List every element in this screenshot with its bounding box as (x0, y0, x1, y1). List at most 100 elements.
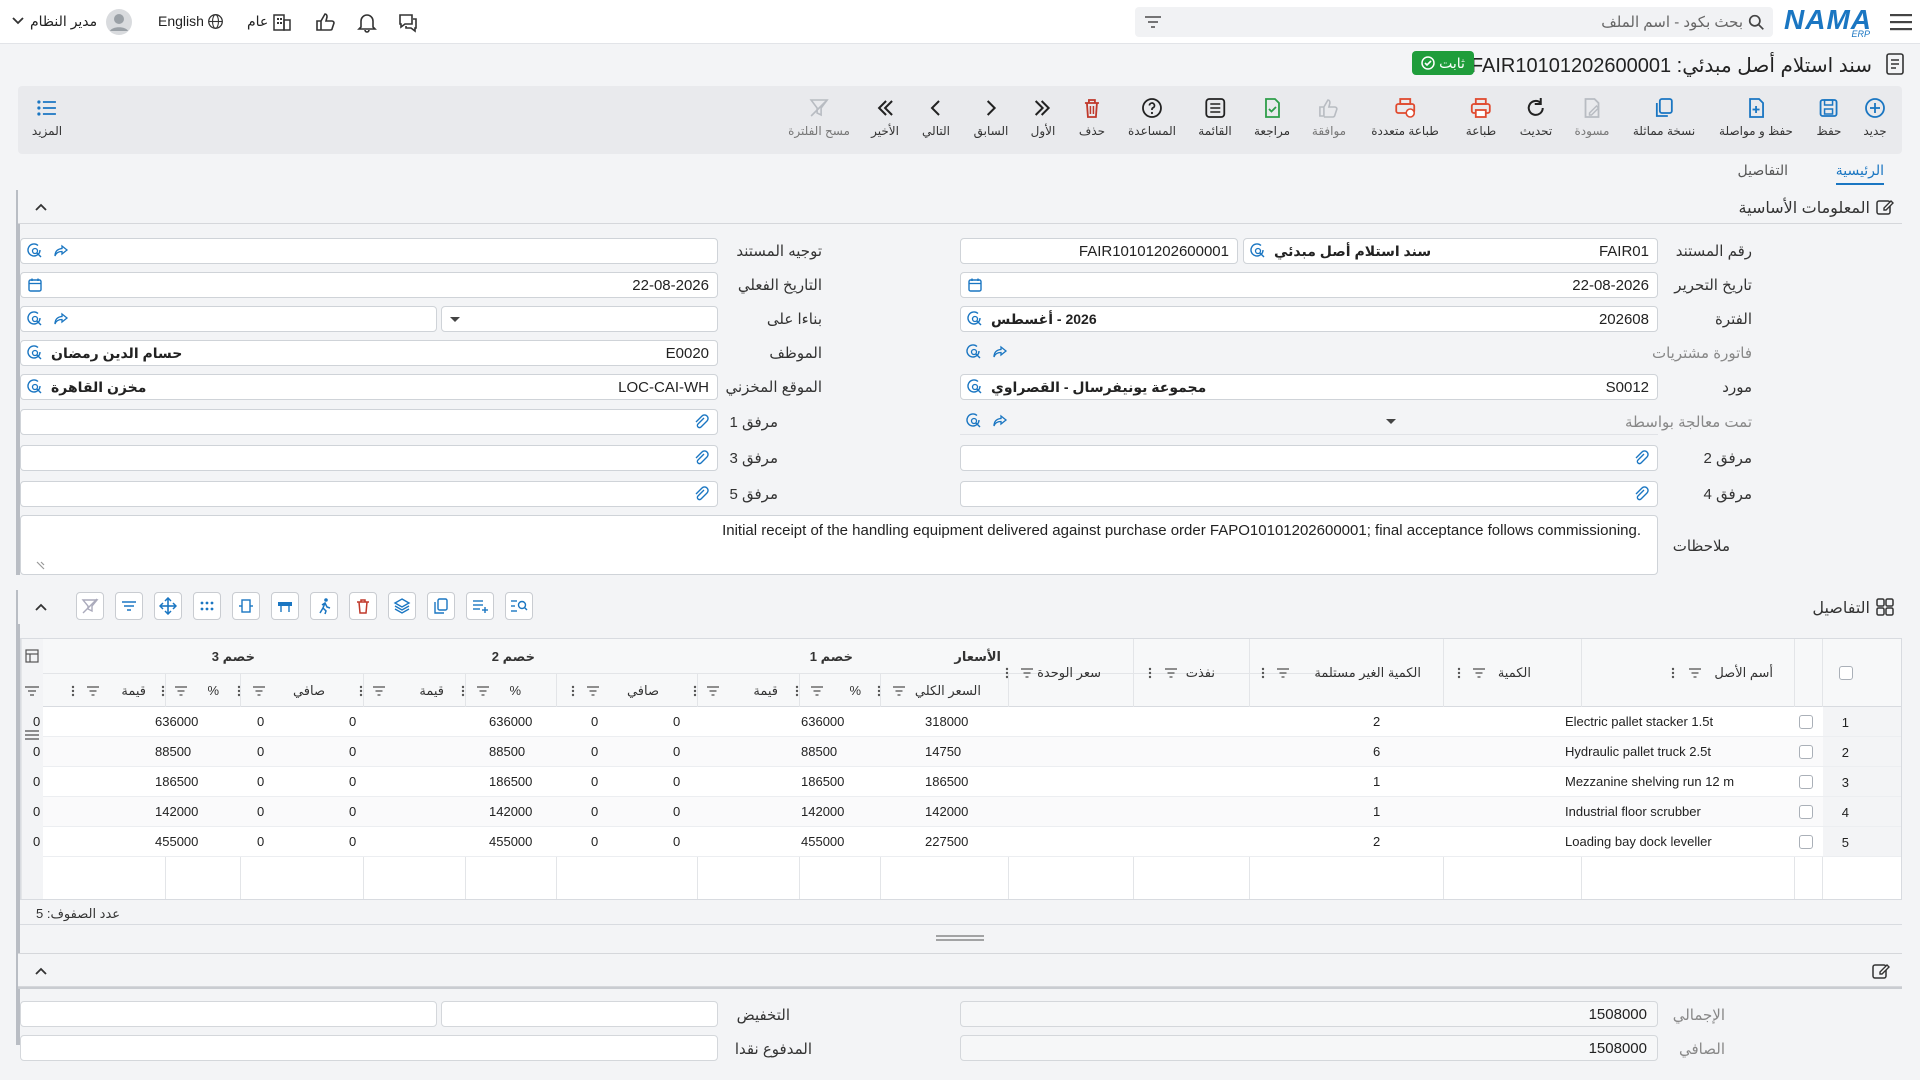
draft-button[interactable]: مسودة (1575, 96, 1609, 138)
open-link-icon[interactable] (53, 243, 69, 259)
doc-direction-field[interactable] (20, 238, 718, 264)
attachment2-field[interactable] (960, 445, 1658, 471)
column-filter-icon[interactable] (1277, 667, 1289, 679)
more-button[interactable]: المزيد (32, 96, 62, 138)
grid-group-button[interactable] (271, 592, 299, 620)
duplicate-button[interactable]: نسخة مماثلة (1633, 96, 1695, 138)
col-d2-pct[interactable]: % (509, 683, 521, 698)
actual-date-field[interactable]: 22-08-2026 (20, 272, 718, 298)
col-d3-value[interactable]: قيمة (121, 683, 146, 699)
col-quantity[interactable]: الكمية (1498, 665, 1531, 681)
cell-d3-value[interactable]: 0 (0, 744, 157, 759)
attachment3-field[interactable] (20, 445, 718, 471)
edit-date-field[interactable]: 22-08-2026 (960, 272, 1658, 298)
thumbs-up-icon[interactable] (314, 11, 336, 33)
grid-fit-button[interactable] (232, 592, 260, 620)
column-filter-icon[interactable] (1473, 667, 1485, 679)
cell-d3-value[interactable]: 0 (0, 834, 157, 849)
cell-quantity[interactable]: 2 (1373, 834, 1573, 849)
discount-percent-field[interactable] (20, 1001, 437, 1027)
attachment1-field[interactable] (20, 409, 718, 435)
row-checkbox[interactable] (1799, 745, 1813, 759)
approve-button[interactable]: موافقة (1312, 96, 1346, 138)
save-continue-button[interactable]: حفظ و مواصلة (1719, 96, 1793, 138)
cell-asset-name[interactable]: Mezzanine shelving run 12 m (1565, 774, 1765, 789)
column-filter-icon[interactable] (1165, 667, 1177, 679)
column-menu-icon[interactable] (157, 685, 169, 697)
column-filter-icon[interactable] (587, 685, 599, 697)
paperclip-icon[interactable] (693, 414, 709, 430)
cell-quantity[interactable]: 6 (1373, 744, 1573, 759)
language-switch[interactable]: English (158, 13, 204, 29)
row-checkbox[interactable] (1799, 805, 1813, 819)
col-unreceived-qty[interactable]: الكمية الغير مستلمة (1314, 665, 1421, 681)
chevron-down-icon[interactable] (1385, 417, 1397, 427)
calendar-icon[interactable] (967, 277, 983, 293)
cell-d3-value[interactable]: 0 (0, 714, 157, 729)
paperclip-icon[interactable] (693, 486, 709, 502)
cell-asset-name[interactable]: Loading bay dock leveller (1565, 834, 1765, 849)
row-checkbox[interactable] (1799, 775, 1813, 789)
filter-icon[interactable] (25, 685, 39, 697)
open-link-icon[interactable] (53, 311, 69, 327)
column-menu-icon[interactable] (791, 685, 803, 697)
delete-button[interactable]: حذف (1079, 96, 1105, 138)
row-menu-icon[interactable] (25, 729, 39, 741)
open-link-icon[interactable] (992, 344, 1008, 360)
edit-icon[interactable] (1872, 962, 1890, 980)
print-button[interactable]: طباعة (1466, 96, 1496, 138)
cell-d3-value[interactable]: 0 (0, 804, 157, 819)
column-menu-icon[interactable] (1453, 667, 1465, 679)
open-link-icon[interactable] (992, 413, 1008, 429)
resize-grip-icon[interactable] (936, 934, 984, 942)
column-menu-icon[interactable] (233, 685, 245, 697)
grid-copy-button[interactable] (427, 592, 455, 620)
paperclip-icon[interactable] (693, 450, 709, 466)
hamburger-menu-icon[interactable] (1890, 12, 1912, 32)
column-filter-icon[interactable] (477, 685, 489, 697)
tab-main[interactable]: الرئيسية (1835, 162, 1884, 185)
search-box[interactable]: بحث بكود - اسم الملف (1135, 7, 1773, 37)
chevron-down-icon[interactable] (449, 315, 461, 325)
messages-icon[interactable] (397, 11, 419, 33)
col-spent[interactable]: نفذت (1186, 665, 1215, 681)
last-button[interactable]: الأخير (871, 96, 899, 138)
cell-quantity[interactable]: 1 (1373, 774, 1573, 789)
globe-icon[interactable] (207, 13, 224, 30)
help-button[interactable]: المساعدة (1128, 96, 1176, 138)
search-lookup-icon[interactable] (27, 345, 43, 361)
grid-layers-button[interactable] (388, 592, 416, 620)
column-menu-icon[interactable] (1144, 667, 1156, 679)
column-filter-icon[interactable] (87, 685, 99, 697)
filter-icon[interactable] (1145, 15, 1161, 29)
columns-icon[interactable] (25, 649, 39, 663)
search-lookup-icon[interactable] (967, 311, 983, 327)
new-button[interactable]: جديد (1863, 96, 1887, 138)
search-lookup-icon[interactable] (966, 344, 982, 360)
col-d3-pct[interactable]: % (207, 683, 219, 698)
column-filter-icon[interactable] (811, 685, 823, 697)
column-filter-icon[interactable] (1021, 667, 1033, 679)
col-asset-name[interactable]: أسم الأصل (1714, 665, 1773, 681)
clear-filter-button[interactable]: مسح الفلترة (788, 96, 850, 138)
employee-field[interactable]: E0020 حسام الدين رمضان (20, 340, 718, 366)
discount-amount-field[interactable] (441, 1001, 718, 1027)
column-filter-icon[interactable] (253, 685, 265, 697)
grid-dots-button[interactable] (193, 592, 221, 620)
first-button[interactable]: الأول (1031, 96, 1055, 138)
grid-delete-button[interactable] (349, 592, 377, 620)
search-input[interactable]: بحث بكود - اسم الملف (1601, 13, 1743, 31)
cash-paid-field[interactable] (20, 1035, 718, 1061)
refresh-button[interactable]: تحديث (1520, 96, 1552, 138)
column-filter-icon[interactable] (175, 685, 187, 697)
search-lookup-icon[interactable] (27, 311, 43, 327)
collapse-icon[interactable] (34, 200, 48, 214)
column-filter-icon[interactable] (373, 685, 385, 697)
column-menu-icon[interactable] (873, 685, 885, 697)
cell-quantity[interactable]: 1 (1373, 804, 1573, 819)
col-d1-net[interactable]: صافي (627, 683, 659, 699)
cell-quantity[interactable]: 2 (1373, 714, 1573, 729)
calendar-icon[interactable] (27, 277, 43, 293)
search-lookup-icon[interactable] (27, 243, 43, 259)
grid-search-button[interactable] (505, 592, 533, 620)
